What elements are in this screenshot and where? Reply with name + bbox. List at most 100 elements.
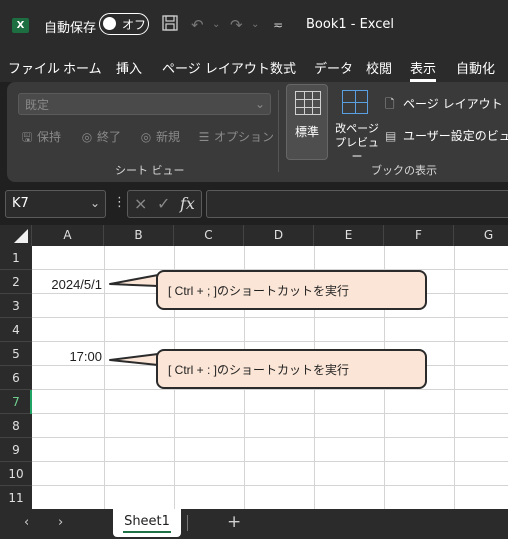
- sheet-view-select[interactable]: 既定 ⌄: [18, 93, 271, 115]
- name-box[interactable]: K7 ⌄: [5, 190, 106, 218]
- normal-view-button[interactable]: 標準: [286, 84, 328, 160]
- formula-buttons: × ✓ fx: [127, 190, 202, 218]
- ribbon-panel: 既定 ⌄ 🖫 保持 ◎ 終了 ◎ 新規 ☰ オプション シート ビュー 標準 改ページ …: [7, 82, 508, 182]
- autosave-label: 自動保存: [44, 21, 97, 36]
- formula-bar: K7 ⌄ ⋮ × ✓ fx: [0, 182, 508, 226]
- next-sheet-icon[interactable]: ›: [58, 515, 63, 530]
- column-header-e[interactable]: E: [314, 225, 384, 246]
- custom-views-icon: ▤: [385, 129, 397, 143]
- page-break-preview-icon: [342, 90, 368, 114]
- tab-review[interactable]: 校閲: [366, 58, 392, 77]
- row-header[interactable]: 8: [0, 414, 32, 438]
- custom-views-button[interactable]: ▤ ユーザー設定のビュー: [385, 127, 508, 144]
- grid-line: [104, 246, 105, 509]
- page-break-preview-line2: プレビュー: [335, 136, 379, 163]
- sheet-view-select-value: 既定: [25, 98, 50, 112]
- worksheet-grid[interactable]: A B C D E F G 1 2 3 4 5 6 7 8 9 10 11 20…: [0, 225, 508, 509]
- tab-home[interactable]: ホーム: [63, 58, 102, 77]
- row-header[interactable]: 9: [0, 438, 32, 462]
- row-header[interactable]: 6: [0, 366, 32, 390]
- more-options-icon[interactable]: ⋮: [113, 195, 126, 210]
- row-header[interactable]: 1: [0, 246, 32, 270]
- exit-label: 終了: [97, 130, 122, 144]
- grid-line: [32, 413, 508, 414]
- callout-ctrl-colon: [ Ctrl + : ]のショートカットを実行: [156, 349, 427, 389]
- name-box-value: K7: [12, 196, 29, 211]
- normal-view-icon: [295, 91, 321, 115]
- tab-file[interactable]: ファイル: [8, 58, 60, 77]
- autosave-toggle[interactable]: オフ: [99, 13, 149, 35]
- grid-line: [32, 341, 508, 342]
- sheet-view-options-button[interactable]: ☰ オプション: [197, 128, 274, 145]
- undo-dropdown-icon[interactable]: ⌄: [212, 15, 220, 35]
- custom-views-label: ユーザー設定のビュー: [403, 129, 508, 143]
- tab-page-layout[interactable]: ページ レイアウト: [162, 58, 270, 77]
- options-label: オプション: [214, 130, 275, 144]
- column-header-g[interactable]: G: [454, 225, 508, 246]
- tab-formulas[interactable]: 数式: [270, 58, 296, 77]
- sheet-view-new-button[interactable]: ◎ 新規: [139, 128, 180, 145]
- column-header-d[interactable]: D: [244, 225, 314, 246]
- grid-line: [32, 389, 508, 390]
- page-layout-view-button[interactable]: 🗋 ページ レイアウト: [385, 95, 503, 116]
- save-icon[interactable]: [162, 15, 178, 35]
- grid-line: [32, 485, 508, 486]
- undo-icon[interactable]: ↶: [191, 15, 204, 35]
- sheet-view-keep-button[interactable]: 🖫 保持: [20, 128, 61, 149]
- excel-logo-icon: X: [12, 18, 29, 33]
- page-break-preview-line1: 改ページ: [335, 122, 379, 135]
- redo-icon[interactable]: ↷: [230, 15, 243, 35]
- quick-access-customize-icon[interactable]: ≂: [273, 15, 283, 35]
- row-header[interactable]: 11: [0, 486, 32, 509]
- chevron-down-icon[interactable]: ⌄: [90, 196, 100, 210]
- chevron-down-icon: ⌄: [254, 97, 265, 111]
- column-header-a[interactable]: A: [32, 225, 104, 246]
- row-header[interactable]: 2: [0, 270, 32, 294]
- grid-line: [32, 317, 508, 318]
- sheet-view-exit-button[interactable]: ◎ 終了: [80, 128, 121, 145]
- column-header-f[interactable]: F: [384, 225, 454, 246]
- callout-ctrl-semicolon: [ Ctrl + ; ]のショートカットを実行: [156, 270, 427, 310]
- toggle-knob: [103, 17, 116, 30]
- redo-dropdown-icon[interactable]: ⌄: [251, 15, 259, 35]
- column-header-c[interactable]: C: [174, 225, 244, 246]
- page-layout-label: ページ レイアウト: [403, 97, 503, 111]
- tab-automate[interactable]: 自動化: [456, 58, 495, 77]
- sheet-view-group-label: シート ビュー: [115, 164, 185, 177]
- formula-input[interactable]: [206, 190, 508, 218]
- document-title: Book1 - Excel: [306, 17, 395, 32]
- ribbon-divider: [278, 90, 279, 172]
- grid-line: [454, 246, 455, 509]
- sheet-tab-bar: ‹ › Sheet1 +: [0, 509, 508, 539]
- row-header-selected[interactable]: 7: [0, 390, 32, 414]
- eye-plus-icon: ◎: [140, 130, 152, 144]
- select-all-button[interactable]: [0, 225, 32, 246]
- cancel-icon[interactable]: ×: [134, 194, 147, 213]
- tab-insert[interactable]: 挿入: [116, 58, 142, 77]
- page-layout-icon: 🗋: [385, 97, 395, 111]
- tab-view[interactable]: 表示: [410, 58, 437, 82]
- title-bar: X 自動保存 オフ ↶ ⌄ ↷ ⌄ ≂ Book1 - Excel: [0, 0, 508, 52]
- sheet-tab-sheet1[interactable]: Sheet1: [113, 509, 181, 537]
- row-header[interactable]: 5: [0, 342, 32, 366]
- row-header[interactable]: 4: [0, 318, 32, 342]
- page-break-preview-button[interactable]: 改ページ プレビュー: [334, 84, 380, 163]
- tab-data[interactable]: データ: [314, 58, 353, 77]
- add-sheet-icon[interactable]: +: [227, 512, 241, 532]
- workbook-views-group-label: ブックの表示: [371, 164, 437, 177]
- row-header[interactable]: 10: [0, 462, 32, 486]
- callout-pointer: [109, 353, 159, 366]
- new-label: 新規: [156, 130, 181, 144]
- column-header-b[interactable]: B: [104, 225, 174, 246]
- insert-function-icon[interactable]: fx: [180, 194, 195, 213]
- column-header-row: A B C D E F G: [0, 225, 508, 246]
- enter-icon[interactable]: ✓: [157, 194, 170, 213]
- grid-line: [32, 461, 508, 462]
- cell-a5[interactable]: 17:00: [69, 349, 102, 364]
- autosave-toggle-text: オフ: [122, 18, 147, 32]
- divider: [187, 515, 188, 531]
- save-icon: 🖫: [21, 130, 33, 144]
- prev-sheet-icon[interactable]: ‹: [24, 515, 29, 530]
- row-header[interactable]: 3: [0, 294, 32, 318]
- cell-a2[interactable]: 2024/5/1: [51, 277, 102, 292]
